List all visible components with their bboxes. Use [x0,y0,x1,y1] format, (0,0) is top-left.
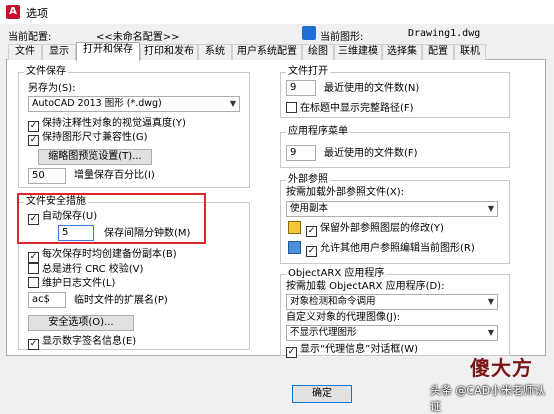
temp-extension-input[interactable]: ac$ [28,292,66,308]
app-menu-recent-label: 最近使用的文件数(F) [324,148,418,159]
chevron-down-icon: ▼ [487,328,494,337]
xref-demand-load-select[interactable]: 使用副本 ▼ [286,201,498,217]
proxy-image-select[interactable]: 不显示代理图形 ▼ [286,325,498,341]
tab-profiles[interactable]: 配置 [422,44,454,60]
objectarx-load-select[interactable]: 对象检测和命令调用 ▼ [286,294,498,310]
log-file-checkbox[interactable]: 维护日志文件(L) [28,277,115,290]
app-menu-legend: 应用程序菜单 [286,126,350,138]
save-as-value: AutoCAD 2013 图形 (*.dwg) [32,98,162,109]
chevron-down-icon: ▼ [487,297,494,306]
autosave-minutes-input[interactable]: 5 [58,225,94,241]
temp-extension-label: 临时文件的扩展名(P) [74,295,168,306]
allow-xref-edit-checkbox[interactable]: ✓ 允许其他用户参照编辑当前图形(R) [306,243,475,257]
tab-display[interactable]: 显示 [42,44,76,60]
checkbox-unchecked-icon [28,263,39,274]
proxy-image-label: 自定义对象的代理图像(J): [286,312,401,323]
retain-xref-changes-checkbox[interactable]: ✓ 保留外部参照图层的修改(Y) [306,223,444,237]
checkbox-checked-icon: ✓ [28,339,39,350]
proxy-info-checkbox[interactable]: ✓ 显示“代理信息”对话框(W) [286,344,418,358]
backup-checkbox[interactable]: ✓ 每次保存时均创建备份副本(B) [28,249,177,263]
current-profile-label: 当前配置: [8,32,52,43]
current-profile-value: <<未命名配置>> [96,32,180,43]
tab-user-preferences[interactable]: 用户系统配置 [232,44,302,60]
current-drawing-value: Drawing1.dwg [408,28,481,39]
chevron-down-icon: ▼ [229,99,236,108]
recent-files-input[interactable]: 9 [286,80,316,96]
checkbox-checked-icon: ✓ [306,246,317,257]
title-bar [0,0,554,24]
incremental-save-label: 增量保存百分比(I) [74,170,155,181]
incremental-save-input[interactable]: 50 [28,168,66,184]
xref-demand-load-label: 按需加载外部参照文件(X): [286,187,405,198]
tab-files[interactable]: 文件 [8,44,42,60]
window-title: 选项 [26,7,48,20]
tab-plot-and-publish[interactable]: 打印和发布 [140,44,198,60]
tab-selection[interactable]: 选择集 [382,44,422,60]
digital-signature-checkbox[interactable]: ✓ 显示数字签名信息(E) [28,336,136,350]
save-as-label: 另存为(S): [28,83,76,94]
chevron-down-icon: ▼ [487,204,494,213]
current-drawing-label: 当前图形: [320,32,364,43]
file-save-legend: 文件保存 [24,66,68,78]
crc-checkbox[interactable]: 总是进行 CRC 校验(V) [28,263,143,276]
autosave-minutes-label: 保存间隔分钟数(M) [104,228,191,239]
thumbnail-settings-button[interactable]: 缩略图预览设置(T)... [38,149,152,165]
file-open-legend: 文件打开 [286,66,330,78]
drawing-file-icon [302,26,316,40]
security-options-button[interactable]: 安全选项(O)... [28,315,134,331]
objectarx-legend: ObjectARX 应用程序 [286,268,387,280]
checkbox-checked-icon: ✓ [286,347,297,358]
xref-legend: 外部参照 [286,174,330,186]
full-path-checkbox[interactable]: 在标题中显示完整路径(F) [286,102,414,115]
checkbox-checked-icon: ✓ [28,252,39,263]
checkbox-checked-icon: ✓ [28,214,39,225]
tab-drafting[interactable]: 绘图 [302,44,334,60]
recent-files-label: 最近使用的文件数(N) [324,83,420,94]
checkbox-unchecked-icon [286,102,297,113]
watermark-logo: 傻大方 [470,356,533,380]
tab-open-and-save[interactable]: 打开和保存 [76,42,140,61]
tab-3d-modeling[interactable]: 三维建模 [334,44,382,60]
objectarx-load-label: 按需加载 ObjectARX 应用程序(D): [286,281,445,292]
autosave-checkbox[interactable]: ✓ 自动保存(U) [28,211,97,225]
checkbox-checked-icon: ✓ [28,121,39,132]
save-as-select[interactable]: AutoCAD 2013 图形 (*.dwg) ▼ [28,96,240,112]
tab-system[interactable]: 系统 [198,44,232,60]
keep-annotative-checkbox[interactable]: ✓ 保持注释性对象的视觉逼真度(Y) [28,118,186,132]
keep-size-compat-checkbox[interactable]: ✓ 保持图形尺寸兼容性(G) [28,132,148,146]
ok-button[interactable]: 确定 [292,385,352,403]
checkbox-checked-icon: ✓ [306,226,317,237]
xref-layer-icon [288,221,301,234]
autocad-logo-icon: A [6,5,20,19]
xref-edit-icon [288,241,301,254]
watermark-credit: 头条 @CAD小米老师认证 [430,384,546,413]
tab-online[interactable]: 联机 [454,44,486,60]
checkbox-unchecked-icon [28,277,39,288]
checkbox-checked-icon: ✓ [28,135,39,146]
app-menu-recent-input[interactable]: 9 [286,145,316,161]
